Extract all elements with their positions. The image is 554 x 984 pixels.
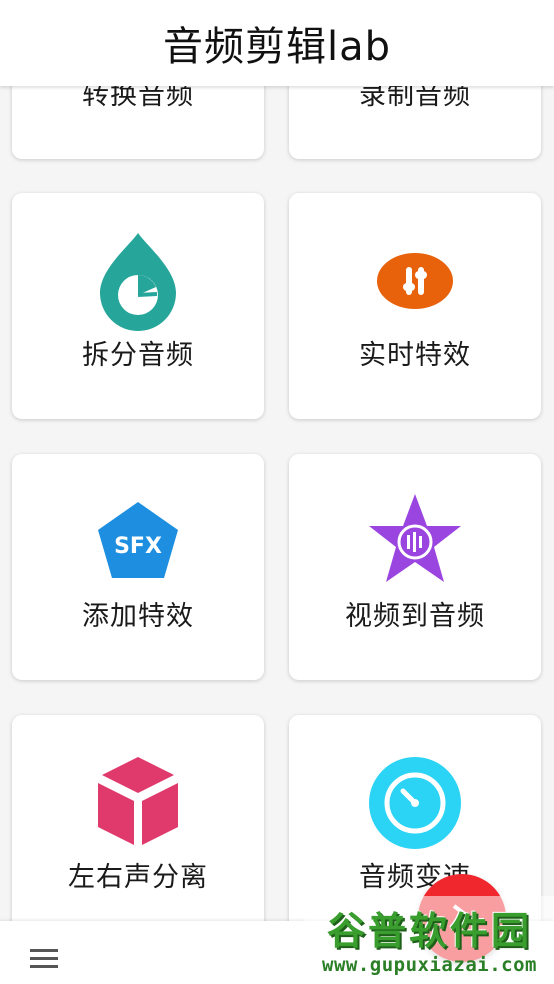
card-label: 实时特效 <box>359 340 471 371</box>
hamburger-menu-icon <box>30 949 58 952</box>
card-channel-split[interactable]: 左右声分离 <box>12 715 264 941</box>
realtime-effects-icon <box>377 253 453 309</box>
channel-split-icon <box>98 757 178 845</box>
watermark: 谷普软件园 www.gupuxiazai.com <box>305 896 554 984</box>
card-label: 添加特效 <box>82 601 194 632</box>
card-label: 音频变速 <box>359 862 471 893</box>
feature-grid: 转换音频 录制音频 拆分音频 实时特效 SFX 添加特效 视频到音频 左右声分离… <box>0 0 554 984</box>
watermark-url: www.gupuxiazai.com <box>322 954 537 976</box>
card-label: 视频到音频 <box>345 601 485 632</box>
watermark-title: 谷普软件园 <box>326 909 532 953</box>
card-label: 左右声分离 <box>68 862 208 893</box>
card-video-to-audio[interactable]: 视频到音频 <box>289 454 541 680</box>
page-title: 音频剪辑lab <box>162 24 391 70</box>
card-split-audio[interactable]: 拆分音频 <box>12 193 264 419</box>
app-header: 音频剪辑lab <box>0 0 554 86</box>
split-audio-icon <box>100 233 176 331</box>
card-label: 拆分音频 <box>82 340 194 371</box>
menu-button[interactable] <box>24 949 64 979</box>
sfx-icon-text: SFX <box>114 534 162 559</box>
card-realtime-effects[interactable]: 实时特效 <box>289 193 541 419</box>
card-add-effects[interactable]: SFX 添加特效 <box>12 454 264 680</box>
video-to-audio-icon <box>369 494 461 582</box>
hamburger-menu-icon <box>30 957 58 960</box>
sfx-icon: SFX <box>98 502 178 578</box>
hamburger-menu-icon <box>30 965 58 968</box>
speed-change-icon <box>369 757 461 849</box>
